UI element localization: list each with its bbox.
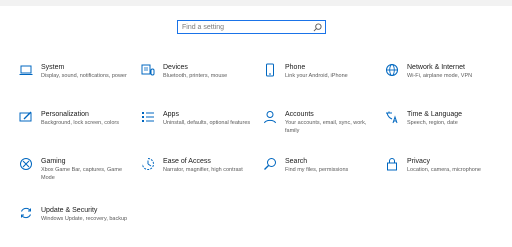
top-band (0, 0, 512, 6)
item-title: Phone (285, 64, 306, 71)
item-title: Gaming (41, 158, 66, 165)
item-title: Apps (163, 111, 179, 118)
sync-arrows-icon (19, 206, 33, 220)
settings-item-network[interactable]: Network & Internet Wi-Fi, airplane mode,… (385, 63, 503, 103)
settings-item-privacy[interactable]: Privacy Location, camera, microphone (385, 157, 503, 197)
item-description: Link your Android, iPhone (285, 73, 348, 79)
search-placeholder: Find a setting (182, 24, 225, 31)
time-language-icon (385, 110, 399, 124)
settings-item-apps[interactable]: Apps Uninstall, defaults, optional featu… (141, 110, 259, 150)
search-icon[interactable] (313, 23, 322, 32)
settings-item-devices[interactable]: Devices Bluetooth, printers, mouse (141, 63, 259, 103)
xbox-icon (19, 157, 33, 171)
item-description: Find my files, permissions (285, 167, 349, 173)
lock-icon (385, 157, 399, 171)
item-title: Privacy (407, 158, 430, 165)
item-description: Narrator, magnifier, high contrast (163, 167, 243, 173)
phone-icon (263, 63, 277, 77)
item-title: Update & Security (41, 207, 98, 214)
item-title: Network & Internet (407, 64, 465, 71)
item-description: Xbox Game Bar, captures, Game Mode (41, 167, 123, 181)
settings-item-ease-of-access[interactable]: Ease of Access Narrator, magnifier, high… (141, 157, 259, 197)
settings-item-accounts[interactable]: Accounts Your accounts, email, sync, wor… (263, 110, 381, 150)
item-title: Accounts (285, 111, 314, 118)
search-input[interactable]: Find a setting (177, 20, 326, 34)
item-description: Bluetooth, printers, mouse (163, 73, 228, 79)
item-title: Time & Language (407, 111, 462, 118)
person-icon (263, 110, 277, 124)
keyboard-devices-icon (141, 63, 155, 77)
globe-icon (385, 63, 399, 77)
item-title: Personalization (41, 111, 89, 118)
item-description: Background, lock screen, colors (41, 120, 119, 126)
settings-item-gaming[interactable]: Gaming Xbox Game Bar, captures, Game Mod… (19, 157, 137, 197)
settings-item-time-language[interactable]: Time & Language Speech, region, date (385, 110, 503, 150)
item-description: Location, camera, microphone (407, 167, 481, 173)
settings-item-system[interactable]: System Display, sound, notifications, po… (19, 63, 137, 103)
settings-item-personalization[interactable]: Personalization Background, lock screen,… (19, 110, 137, 150)
paint-brush-screen-icon (19, 110, 33, 124)
item-description: Wi-Fi, airplane mode, VPN (407, 73, 473, 79)
settings-item-phone[interactable]: Phone Link your Android, iPhone (263, 63, 381, 103)
search-icon (263, 157, 277, 171)
apps-list-icon (141, 110, 155, 124)
item-description: Speech, region, date (407, 120, 458, 126)
item-title: Ease of Access (163, 158, 211, 165)
item-title: System (41, 64, 65, 71)
item-title: Search (285, 158, 308, 165)
item-description: Your accounts, email, sync, work, family (285, 120, 367, 134)
item-title: Devices (163, 64, 188, 71)
settings-item-search[interactable]: Search Find my files, permissions (263, 157, 381, 197)
laptop-icon (19, 63, 33, 77)
item-description: Uninstall, defaults, optional features (163, 120, 251, 126)
ease-of-access-icon (141, 157, 155, 171)
item-description: Windows Update, recovery, backup (41, 216, 128, 222)
settings-item-update-security[interactable]: Update & Security Windows Update, recove… (19, 206, 137, 246)
item-description: Display, sound, notifications, power (41, 73, 127, 79)
